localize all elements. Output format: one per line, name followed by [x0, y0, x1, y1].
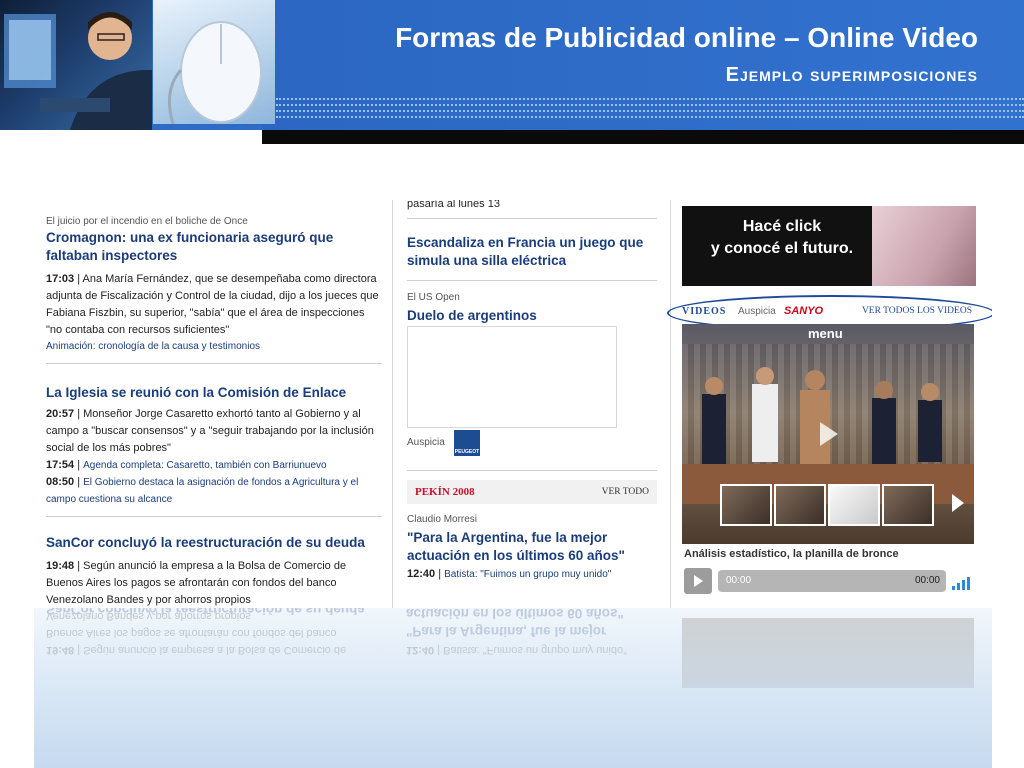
play-button[interactable]	[684, 568, 712, 594]
story-headline-link[interactable]: SanCor concluyó la reestructuración de s…	[46, 534, 386, 552]
story-iglesia: La Iglesia se reunió con la Comisión de …	[46, 384, 382, 525]
volume-icon[interactable]	[952, 574, 974, 590]
story-time: 17:54	[46, 459, 75, 471]
time-elapsed: 00:00	[726, 575, 752, 586]
story-kicker: Claudio Morresi	[407, 514, 478, 525]
story-kicker: El juicio por el incendio en el boliche …	[46, 216, 248, 227]
header-photo-person	[0, 0, 152, 130]
story-headline-link[interactable]: Cromagnon: una ex funcionaria aseguró qu…	[46, 229, 382, 265]
story-headline-link[interactable]: Escandaliza en Francia un juego que simu…	[407, 234, 657, 270]
media-controls: 00:00 00:00	[684, 568, 974, 594]
banner-ad[interactable]: Hacé click y conocé el futuro.	[682, 206, 976, 286]
related-item: 12:40 | Batista: "Fuimos un grupo muy un…	[407, 568, 612, 580]
next-arrow-icon[interactable]	[952, 494, 964, 512]
peugeot-logo[interactable]: PEUGEOT	[454, 430, 480, 456]
embedded-media-box[interactable]	[407, 326, 617, 428]
story-text: Monseñor Jorge Casaretto exhortó tanto a…	[46, 408, 374, 454]
video-column: Hacé click y conocé el futuro. VIDEOS Au…	[667, 200, 992, 608]
banner-ad-line: Hacé click	[742, 218, 822, 235]
story-body: 20:57 | Monseñor Jorge Casaretto exhortó…	[46, 408, 374, 454]
ver-todos-videos-link[interactable]: VER TODOS LOS VIDEOS	[862, 306, 972, 316]
related-link[interactable]: El Gobierno destaca la asignación de fon…	[46, 477, 358, 505]
header-dotted-line	[276, 116, 1024, 118]
story-time: 08:50	[46, 476, 75, 488]
story-text: Según anunció la empresa a la Bolsa de C…	[46, 560, 347, 606]
column-separator	[392, 200, 393, 608]
story-body: 19:48 | Según anunció la empresa a la Bo…	[46, 560, 347, 606]
video-header: VIDEOS Auspicia SANYO VER TODOS LOS VIDE…	[667, 295, 992, 331]
banner-ad-phone-image	[872, 206, 976, 286]
story-headline-link[interactable]: Duelo de argentinos	[407, 307, 537, 325]
sponsor-label: Auspicia	[738, 306, 776, 317]
header-dotted-line	[276, 104, 1024, 106]
divider	[407, 470, 657, 471]
slide-title: Formas de Publicidad online – Online Vid…	[395, 22, 978, 53]
divider	[46, 363, 382, 364]
sponsor-label: Auspicia	[407, 437, 445, 448]
story-headline-link[interactable]: "Para la Argentina, fue la mejor actuaci…	[407, 529, 657, 565]
play-icon	[694, 575, 703, 587]
video-thumbnail[interactable]	[828, 484, 880, 526]
story-time: 19:48	[46, 560, 75, 572]
divider	[407, 218, 657, 219]
pekin-bar: PEKÍN 2008 VER TODO	[407, 480, 657, 504]
story-body: 17:03 | Ana María Fernández, que se dese…	[46, 273, 379, 336]
slide-header: Formas de Publicidad online – Online Vid…	[0, 0, 1024, 144]
story-related-link[interactable]: Animación: cronología de la causa y test…	[46, 339, 382, 355]
story-fragment: pasaría al lunes 13	[407, 200, 500, 210]
video-thumbnail[interactable]	[882, 484, 934, 526]
column-separator	[670, 200, 671, 608]
header-dotted-line	[276, 98, 1024, 100]
play-icon[interactable]	[820, 422, 838, 446]
progress-bar[interactable]: 00:00 00:00	[718, 570, 946, 592]
banner-ad-line: y conocé el futuro.	[710, 240, 854, 257]
related-item: 17:54 | Agenda completa: Casaretto, tamb…	[46, 459, 327, 471]
banner-ad-text: Hacé click y conocé el futuro.	[702, 216, 862, 260]
header-photo-mouse	[153, 0, 275, 124]
divider	[407, 280, 657, 281]
story-time: 20:57	[46, 408, 75, 420]
video-caption: Análisis estadístico, la planilla de bro…	[684, 548, 899, 560]
reflection-fade	[34, 608, 992, 768]
website-screenshot: El juicio por el incendio en el boliche …	[34, 200, 992, 608]
video-thumbnail[interactable]	[720, 484, 772, 526]
videos-tab[interactable]: VIDEOS	[682, 306, 726, 317]
related-link[interactable]: Agenda completa: Casaretto, también con …	[83, 460, 326, 471]
screenshot-reflection: 19:48 | Según anunció la empresa a la Bo…	[34, 608, 992, 768]
story-time: 12:40	[407, 568, 436, 580]
related-link[interactable]: Batista: "Fuimos un grupo muy unido"	[444, 569, 611, 580]
story-sancor: SanCor concluyó la reestructuración de s…	[46, 534, 386, 608]
ver-todo-link[interactable]: VER TODO	[602, 487, 649, 497]
news-column-left: El juicio por el incendio en el boliche …	[34, 200, 386, 608]
header-dotted-line	[276, 110, 1024, 112]
slide-subtitle: Ejemplo superimposiciones	[725, 64, 978, 86]
time-total: 00:00	[914, 575, 940, 586]
story-text: Ana María Fernández, que se desempeñaba …	[46, 273, 379, 336]
video-player[interactable]: menu	[682, 324, 974, 544]
divider	[46, 516, 382, 517]
peugeot-logo-text: PEUGEOT	[454, 449, 480, 455]
video-menu-button[interactable]: menu	[808, 326, 843, 341]
header-black-bar	[262, 130, 1024, 144]
story-cromagnon: El juicio por el incendio en el boliche …	[46, 216, 382, 372]
video-thumbnail[interactable]	[774, 484, 826, 526]
sanyo-logo[interactable]: SANYO	[784, 305, 823, 317]
pekin-label: PEKÍN 2008	[415, 486, 475, 498]
story-time: 17:03	[46, 273, 75, 285]
news-column-middle: pasaría al lunes 13 Escandaliza en Franc…	[398, 200, 666, 608]
story-kicker: El US Open	[407, 292, 460, 303]
story-headline-link[interactable]: La Iglesia se reunió con la Comisión de …	[46, 384, 382, 402]
related-item: 08:50 | El Gobierno destaca la asignació…	[46, 476, 359, 505]
